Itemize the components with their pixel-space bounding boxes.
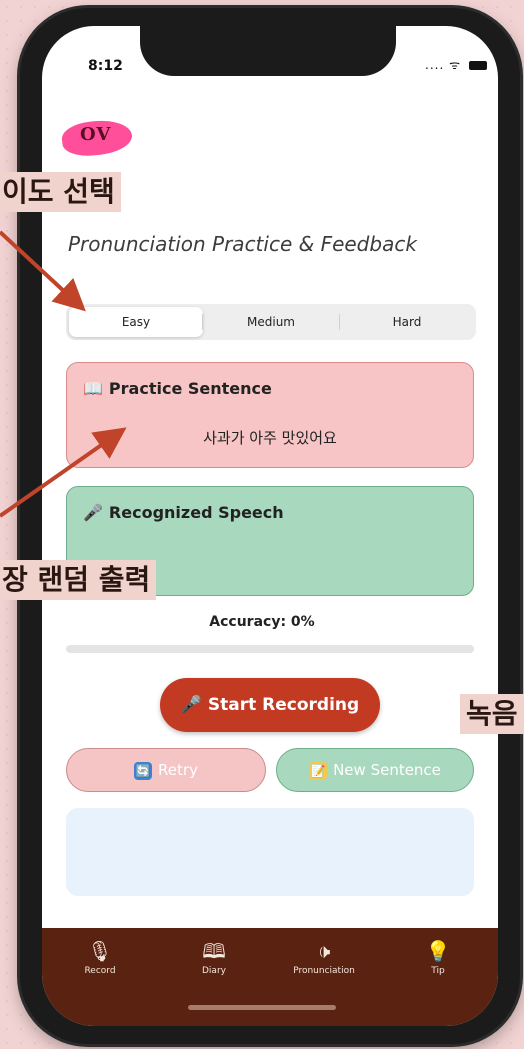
tab-tip-label: Tip <box>431 966 445 976</box>
accuracy-progress-bar <box>66 645 474 653</box>
tab-pronunciation-label: Pronunciation <box>293 966 355 976</box>
new-sentence-label: New Sentence <box>333 761 441 779</box>
speaker-icon: 🕩 <box>317 939 331 963</box>
signal-icon: .... <box>425 58 445 72</box>
practice-title-text: Practice Sentence <box>108 379 272 398</box>
tab-diary[interactable]: 🕮 Diary <box>164 938 264 976</box>
retry-label: Retry <box>158 761 198 779</box>
page-subtitle: Pronunciation Practice & Feedback <box>68 232 417 256</box>
start-recording-button[interactable]: 🎤 Start Recording <box>160 678 380 732</box>
speech-card-title: 🎤 Recognized Speech <box>83 503 284 522</box>
wifi-icon: ᯤ <box>449 58 462 72</box>
start-recording-label: Start Recording <box>207 695 360 715</box>
accuracy-label: Accuracy: 0% <box>209 614 315 630</box>
memo-icon: 📝 <box>309 761 328 780</box>
book-icon: 🕮 <box>202 939 226 963</box>
battery-icon <box>468 61 487 70</box>
new-sentence-button[interactable]: 📝 New Sentence <box>276 748 474 792</box>
callout-random-sentence: 장 랜덤 출력 <box>0 560 157 600</box>
microphone-icon: 🎙 <box>87 939 113 963</box>
callout-recording: 녹음 <box>460 694 524 734</box>
tab-tip[interactable]: 💡 Tip <box>388 938 488 976</box>
speech-title-text: Recognized Speech <box>108 503 284 522</box>
difficulty-medium-button[interactable]: Medium <box>204 307 338 337</box>
tab-diary-label: Diary <box>202 966 226 976</box>
status-time: 8:12 <box>88 58 123 74</box>
practice-sentence-card: 📖 Practice Sentence 사과가 아주 맛있어요 <box>66 362 474 468</box>
home-indicator <box>188 1005 336 1010</box>
difficulty-easy-button[interactable]: Easy <box>69 307 203 337</box>
phone-notch <box>140 26 396 76</box>
tab-record-label: Record <box>84 966 116 976</box>
tab-pronunciation[interactable]: 🕩 Pronunciation <box>274 938 374 976</box>
refresh-icon: 🔄 <box>134 761 153 780</box>
book-icon: 📖 <box>83 379 103 398</box>
tab-record[interactable]: 🎙 Record <box>50 938 150 976</box>
retry-button[interactable]: 🔄 Retry <box>66 748 266 792</box>
status-icons: .... ᯤ <box>425 56 487 73</box>
microphone-icon: 🎤 <box>180 695 202 715</box>
difficulty-selector: Easy Medium Hard <box>66 304 476 340</box>
callout-difficulty: 이도 선택 <box>0 172 121 212</box>
lightbulb-icon: 💡 <box>425 939 451 963</box>
app-logo-text: OV <box>80 124 112 145</box>
practice-sentence-text: 사과가 아주 맛있어요 <box>203 429 337 447</box>
bottom-tab-bar: 🎙 Record 🕮 Diary 🕩 Pronunciation 💡 Tip <box>42 928 498 1026</box>
segment-divider <box>202 314 203 330</box>
practice-card-title: 📖 Practice Sentence <box>83 379 272 398</box>
difficulty-hard-button[interactable]: Hard <box>340 307 474 337</box>
feedback-panel <box>66 808 474 896</box>
microphone-icon: 🎤 <box>83 503 103 522</box>
